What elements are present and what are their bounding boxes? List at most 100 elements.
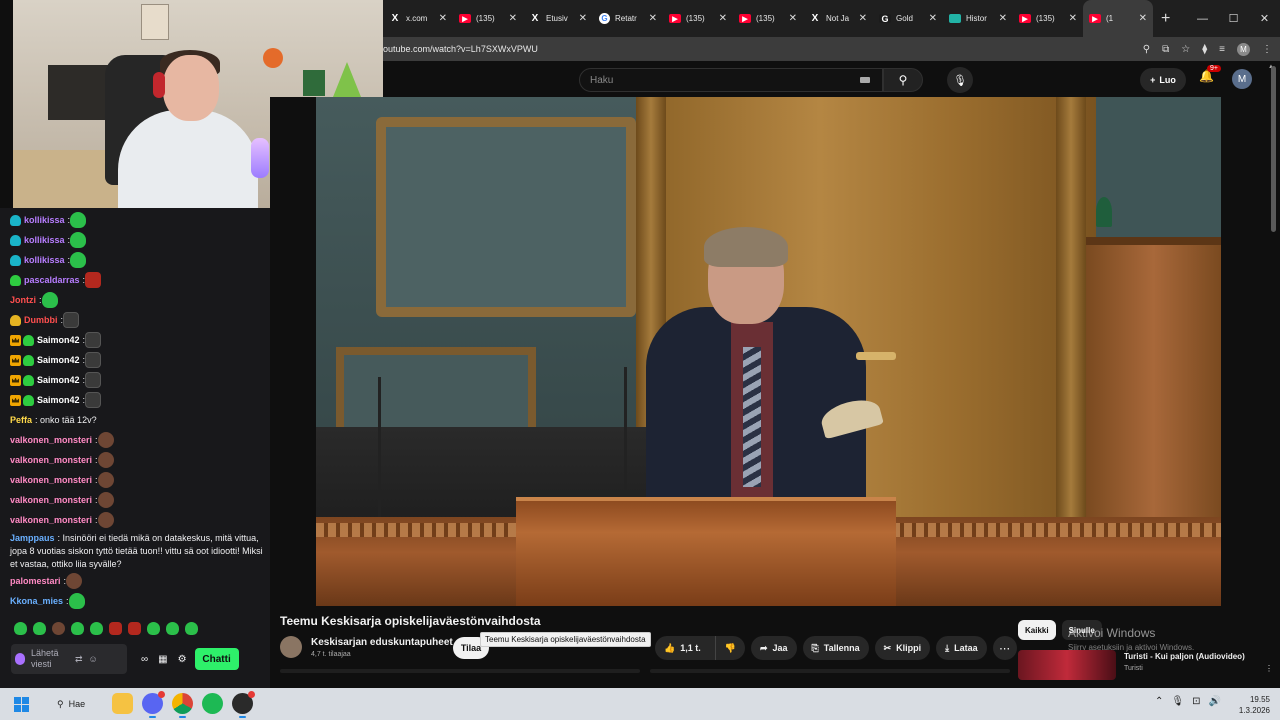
search-button[interactable]: ⚲ bbox=[883, 68, 923, 92]
store-icon[interactable]: ▦ bbox=[158, 654, 167, 665]
emote-button[interactable] bbox=[147, 622, 160, 635]
channel-name[interactable]: Keskisarjan eduskuntapuheet bbox=[311, 637, 453, 648]
discord-icon[interactable] bbox=[142, 691, 165, 718]
windows-start-icon[interactable] bbox=[14, 697, 29, 712]
chat-username[interactable]: pascaldarras bbox=[24, 275, 80, 285]
chip-all[interactable]: Kaikki bbox=[1018, 620, 1056, 640]
emoji-icon[interactable]: ☺ bbox=[89, 654, 98, 664]
browser-tab[interactable]: G Gold ✕ bbox=[873, 0, 943, 37]
more-actions-button[interactable]: ⋯ bbox=[992, 636, 1017, 660]
chat-username[interactable]: Saimon42 bbox=[37, 375, 80, 385]
obs-icon[interactable] bbox=[232, 691, 255, 718]
cast-icon[interactable]: ⧉ bbox=[1162, 44, 1169, 55]
browser-tab[interactable]: G Retatr ✕ bbox=[593, 0, 663, 37]
minimize-button[interactable]: — bbox=[1187, 13, 1218, 25]
bookmark-star-icon[interactable]: ☆ bbox=[1181, 44, 1190, 55]
browser-tab[interactable]: Xx.com ✕ bbox=[383, 0, 453, 37]
browser-tab[interactable]: X Not Ja ✕ bbox=[803, 0, 873, 37]
tab-close-icon[interactable]: ✕ bbox=[439, 13, 447, 24]
chat-username[interactable]: Saimon42 bbox=[37, 395, 80, 405]
browser-tab[interactable]: ▶ (135) ✕ bbox=[733, 0, 803, 37]
emote-button[interactable] bbox=[109, 622, 122, 635]
chat-username[interactable]: valkonen_monsteri bbox=[10, 515, 92, 525]
search-input[interactable]: Haku bbox=[579, 68, 883, 92]
tab-close-icon[interactable]: ✕ bbox=[1069, 13, 1077, 24]
menu-dots-icon[interactable]: ⋮ bbox=[1262, 44, 1272, 55]
tab-close-icon[interactable]: ✕ bbox=[1139, 13, 1147, 24]
tab-close-icon[interactable]: ✕ bbox=[929, 13, 937, 24]
maximize-button[interactable]: ☐ bbox=[1218, 12, 1249, 25]
microphone-tray-icon[interactable]: 🎙 bbox=[1171, 696, 1184, 707]
chat-username[interactable]: palomestari bbox=[10, 576, 61, 586]
taskbar-search[interactable]: ⚲ Hae bbox=[47, 694, 107, 714]
chat-username[interactable]: Peffa bbox=[10, 415, 32, 425]
emote-button[interactable] bbox=[166, 622, 179, 635]
tray-chevron-icon[interactable]: ⌃ bbox=[1155, 696, 1163, 707]
tab-close-icon[interactable]: ✕ bbox=[719, 13, 727, 24]
chat-username[interactable]: Saimon42 bbox=[37, 335, 80, 345]
recommended-channel[interactable]: Turisti bbox=[1124, 665, 1143, 672]
emote-button[interactable] bbox=[90, 622, 103, 635]
emote-button[interactable] bbox=[52, 622, 65, 635]
settings-gear-icon[interactable]: ⚙ bbox=[178, 654, 187, 665]
tab-close-icon[interactable]: ✕ bbox=[999, 13, 1007, 24]
browser-tab[interactable]: ▶ (135) ✕ bbox=[453, 0, 523, 37]
taskbar-clock[interactable]: 19.55 1.3.2026 bbox=[1238, 694, 1270, 716]
recommended-more-icon[interactable]: ⋮ bbox=[1265, 664, 1273, 673]
url-text[interactable]: outube.com/watch?v=Lh7SXWxVPWU bbox=[383, 44, 538, 54]
share-button[interactable]: ➦ Jaa bbox=[750, 636, 797, 660]
profile-avatar[interactable]: M bbox=[1237, 42, 1250, 56]
chat-username[interactable]: kollikissa bbox=[24, 255, 65, 265]
dislike-button[interactable]: 👎 bbox=[714, 636, 745, 660]
voice-search-button[interactable]: 🎙 bbox=[947, 67, 973, 93]
notifications-button[interactable]: 🔔 9+ bbox=[1199, 65, 1221, 83]
network-icon[interactable]: ⊡ bbox=[1192, 696, 1200, 707]
tab-close-icon[interactable]: ✕ bbox=[859, 13, 867, 24]
extensions-icon[interactable]: ⧫ bbox=[1202, 44, 1207, 55]
chat-input[interactable]: Lähetä viesti ⇄ ☺ bbox=[11, 644, 127, 674]
browser-tab[interactable]: ▶ (1 ✕ bbox=[1083, 0, 1153, 37]
emote-button[interactable] bbox=[185, 622, 198, 635]
like-button[interactable]: 👍 1,1 t. bbox=[655, 636, 710, 660]
tab-close-icon[interactable]: ✕ bbox=[579, 13, 587, 24]
browser-tab[interactable]: ▶ (135) ✕ bbox=[1013, 0, 1083, 37]
tab-close-icon[interactable]: ✕ bbox=[789, 13, 797, 24]
tab-close-icon[interactable]: ✕ bbox=[649, 13, 657, 24]
spotify-icon[interactable] bbox=[202, 693, 223, 714]
mic-icon[interactable] bbox=[15, 653, 25, 665]
chat-username[interactable]: valkonen_monsteri bbox=[10, 455, 92, 465]
page-scrollbar[interactable] bbox=[1271, 66, 1276, 232]
chat-username[interactable]: Kkona_mies bbox=[10, 596, 63, 606]
chat-username[interactable]: valkonen_monsteri bbox=[10, 495, 92, 505]
account-avatar[interactable]: M bbox=[1232, 69, 1252, 89]
translate-icon[interactable]: ⇄ bbox=[75, 654, 83, 665]
save-button[interactable]: ⎘ Tallenna bbox=[802, 636, 869, 660]
download-button[interactable]: ⤓ Lataa bbox=[936, 636, 987, 660]
address-bar[interactable]: outube.com/watch?v=Lh7SXWxVPWU ⚲ ⧉ ☆ ⧫ ≡… bbox=[383, 37, 1280, 61]
emote-button[interactable] bbox=[14, 622, 27, 635]
file-explorer-icon[interactable] bbox=[112, 693, 133, 714]
chat-username[interactable]: valkonen_monsteri bbox=[10, 435, 92, 445]
new-tab-button[interactable]: + bbox=[1161, 10, 1170, 28]
emote-button[interactable] bbox=[128, 622, 141, 635]
chat-username[interactable]: Dumbbi bbox=[24, 315, 58, 325]
close-window-button[interactable]: ✕ bbox=[1249, 12, 1280, 25]
chat-username[interactable]: Saimon42 bbox=[37, 355, 80, 365]
channel-avatar[interactable] bbox=[280, 636, 302, 658]
chat-username[interactable]: valkonen_monsteri bbox=[10, 475, 92, 485]
chrome-icon[interactable] bbox=[172, 693, 193, 718]
browser-tab[interactable]: ▶ (135) ✕ bbox=[663, 0, 733, 37]
create-button[interactable]: + Luo bbox=[1140, 68, 1186, 92]
chat-username[interactable]: Jontzi bbox=[10, 295, 36, 305]
video-player[interactable] bbox=[316, 97, 1221, 606]
volume-icon[interactable]: 🔊 bbox=[1208, 696, 1220, 707]
channel-points-icon[interactable]: ∞ bbox=[141, 654, 148, 665]
chat-username[interactable]: kollikissa bbox=[24, 235, 65, 245]
tab-close-icon[interactable]: ✕ bbox=[509, 13, 517, 24]
recommended-title[interactable]: Turisti - Kui paljon (Audiovideo) bbox=[1124, 652, 1245, 661]
chat-send-button[interactable]: Chatti bbox=[194, 648, 239, 670]
recommended-thumbnail[interactable] bbox=[1018, 650, 1116, 680]
clip-button[interactable]: ✂ Klippi bbox=[874, 636, 931, 660]
emote-button[interactable] bbox=[71, 622, 84, 635]
zoom-icon[interactable]: ⚲ bbox=[1143, 44, 1150, 55]
